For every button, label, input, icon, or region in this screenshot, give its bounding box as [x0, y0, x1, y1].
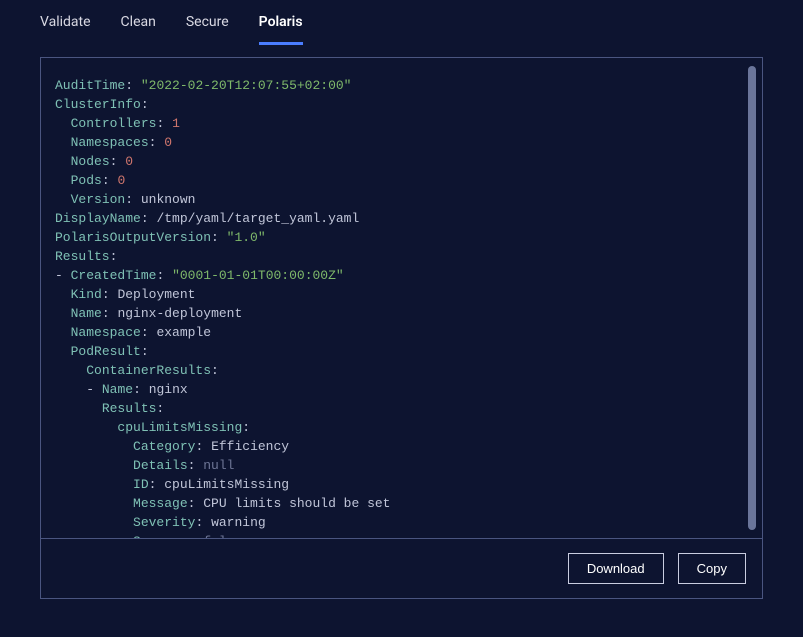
yaml-key: Version — [71, 192, 126, 207]
yaml-key: Severity — [133, 515, 195, 530]
yaml-key: Nodes — [71, 154, 110, 169]
yaml-key: Pods — [71, 173, 102, 188]
yaml-key: Results — [55, 249, 110, 264]
yaml-value: example — [156, 325, 211, 340]
yaml-key: Details — [133, 458, 188, 473]
yaml-key: Success — [133, 534, 188, 538]
tab-polaris[interactable]: Polaris — [259, 14, 303, 45]
yaml-key: Name — [102, 382, 133, 397]
output-panel: AuditTime: "2022-02-20T12:07:55+02:00" C… — [40, 57, 763, 599]
yaml-key: Kind — [71, 287, 102, 302]
yaml-value: nginx-deployment — [117, 306, 242, 321]
yaml-value: "2022-02-20T12:07:55+02:00" — [141, 78, 352, 93]
panel-footer: Download Copy — [41, 538, 762, 598]
yaml-value: Deployment — [117, 287, 195, 302]
yaml-value: warning — [211, 515, 266, 530]
yaml-value: CPU limits should be set — [203, 496, 390, 511]
tab-bar: Validate Clean Secure Polaris — [0, 0, 803, 45]
yaml-key: Namespace — [71, 325, 141, 340]
copy-button[interactable]: Copy — [678, 553, 746, 584]
yaml-value: 0 — [164, 135, 172, 150]
yaml-key: Controllers — [71, 116, 157, 131]
yaml-value: "0001-01-01T00:00:00Z" — [172, 268, 344, 283]
app-root: Validate Clean Secure Polaris AuditTime:… — [0, 0, 803, 637]
tab-clean[interactable]: Clean — [121, 14, 156, 45]
yaml-value: 1 — [172, 116, 180, 131]
yaml-key: DisplayName — [55, 211, 141, 226]
yaml-value: "1.0" — [227, 230, 266, 245]
yaml-key: ClusterInfo — [55, 97, 141, 112]
code-viewport: AuditTime: "2022-02-20T12:07:55+02:00" C… — [41, 58, 762, 538]
yaml-value: unknown — [141, 192, 196, 207]
yaml-value: 0 — [117, 173, 125, 188]
yaml-value: false — [203, 534, 242, 538]
yaml-key: Results — [102, 401, 157, 416]
download-button[interactable]: Download — [568, 553, 664, 584]
tab-secure[interactable]: Secure — [186, 14, 229, 45]
yaml-key: ContainerResults — [86, 363, 211, 378]
yaml-key: Name — [71, 306, 102, 321]
yaml-key: Category — [133, 439, 195, 454]
code-scroll-region[interactable]: AuditTime: "2022-02-20T12:07:55+02:00" C… — [41, 58, 762, 538]
tab-validate[interactable]: Validate — [40, 14, 91, 45]
yaml-key: PolarisOutputVersion — [55, 230, 211, 245]
yaml-value: 0 — [125, 154, 133, 169]
yaml-key: Namespaces — [71, 135, 149, 150]
yaml-key: Message — [133, 496, 188, 511]
yaml-value: nginx — [149, 382, 188, 397]
yaml-value: null — [203, 458, 234, 473]
yaml-key: ID — [133, 477, 149, 492]
yaml-key: PodResult — [71, 344, 141, 359]
yaml-output: AuditTime: "2022-02-20T12:07:55+02:00" C… — [55, 76, 748, 538]
yaml-key: AuditTime — [55, 78, 125, 93]
yaml-value: /tmp/yaml/target_yaml.yaml — [156, 211, 359, 226]
yaml-value: Efficiency — [211, 439, 289, 454]
yaml-value: cpuLimitsMissing — [164, 477, 289, 492]
yaml-key: CreatedTime — [71, 268, 157, 283]
yaml-key: cpuLimitsMissing — [117, 420, 242, 435]
